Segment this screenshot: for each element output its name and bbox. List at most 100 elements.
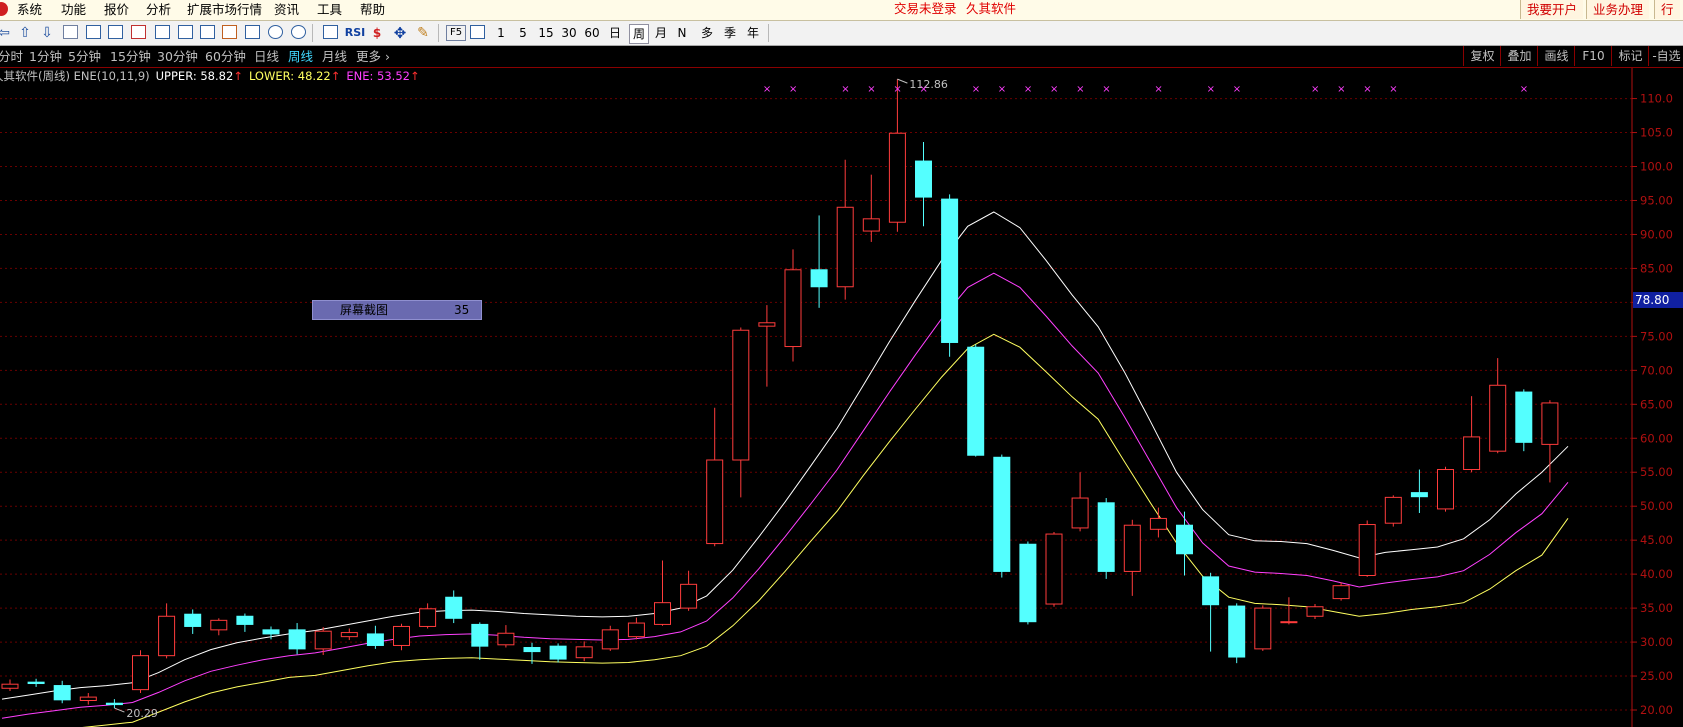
watchlist-button[interactable]: -自选 <box>1648 46 1683 66</box>
candle-down <box>53 685 71 701</box>
menu-extended-market[interactable]: 扩展市场行情 <box>187 0 262 20</box>
period-5-button[interactable]: 5 <box>516 24 530 42</box>
candle-down <box>549 645 567 660</box>
period-tab-more[interactable]: 更多 › <box>356 48 390 65</box>
toolbar-divider <box>438 24 439 42</box>
y-tick-label: 70.00 <box>1640 363 1673 377</box>
candle-down <box>1228 605 1246 658</box>
menu-help[interactable]: 帮助 <box>360 0 385 20</box>
candle-down <box>184 613 202 627</box>
signal-mark: × <box>1207 84 1215 95</box>
stock-list-icon[interactable] <box>63 25 78 39</box>
candle-up <box>1489 384 1507 452</box>
candle-up <box>210 619 228 631</box>
overlay-button[interactable]: 叠加 <box>1500 46 1538 66</box>
period-year-button[interactable]: 年 <box>744 24 762 42</box>
candle-up <box>680 583 698 609</box>
period-tab-monthly[interactable]: 月线 <box>322 48 347 65</box>
period-month-button[interactable]: 月 <box>652 24 670 42</box>
switch-icon[interactable] <box>470 25 485 39</box>
period-15-button[interactable]: 15 <box>536 24 556 42</box>
f5-button[interactable]: F5 <box>446 25 466 41</box>
period-tab-60min[interactable]: 60分钟 <box>205 48 246 65</box>
kline-chart[interactable]: 20.00 25.00 30.00 35.00 40.00 45.00 50.00 55.00… <box>0 68 1683 727</box>
period-30-button[interactable]: 30 <box>559 24 579 42</box>
period-60-button[interactable]: 60 <box>582 24 602 42</box>
period-tab-5min[interactable]: 5分钟 <box>68 48 101 65</box>
period-tab-1min[interactable]: 1分钟 <box>29 48 62 65</box>
candle-down <box>105 702 123 706</box>
candle-up <box>1254 607 1272 650</box>
adjust-rights-button[interactable]: 复权 <box>1463 46 1501 66</box>
arrow-left-icon[interactable]: ⇦ <box>0 24 10 42</box>
pencil-icon[interactable]: ✎ <box>414 24 432 42</box>
period-multi-button[interactable]: 多 <box>698 24 716 42</box>
period-tab-intraday[interactable]: 分时 <box>0 48 23 65</box>
line-chart-icon[interactable] <box>108 25 123 39</box>
f10-button[interactable]: F10 <box>1574 46 1612 66</box>
screenshot-popup[interactable]: 屏幕截图 35 <box>312 300 482 320</box>
candle-down <box>1176 524 1193 555</box>
open-account-button[interactable]: 我要开户 <box>1520 0 1584 19</box>
function-icon[interactable] <box>268 25 283 39</box>
period-tab-30min[interactable]: 30分钟 <box>157 48 198 65</box>
candle-down <box>366 633 384 646</box>
candle-up <box>1071 497 1089 529</box>
signal-mark: × <box>1520 84 1528 95</box>
report-icon[interactable] <box>200 25 215 39</box>
arrow-up-icon[interactable]: ⇧ <box>17 24 33 42</box>
formula-icon[interactable] <box>245 25 260 39</box>
period-tab-daily[interactable]: 日线 <box>254 48 279 65</box>
period-tab-weekly[interactable]: 周线 <box>288 48 313 65</box>
popup-label: 屏幕截图 <box>340 303 389 317</box>
arrow-down-icon[interactable]: ⇩ <box>39 24 55 42</box>
trade-button[interactable]: 行 <box>1654 0 1680 19</box>
business-button[interactable]: 业务办理 <box>1586 0 1650 19</box>
f10-doc-icon[interactable] <box>178 25 193 39</box>
move-icon[interactable]: ✥ <box>391 24 409 42</box>
menu-tools[interactable]: 工具 <box>317 0 342 20</box>
period-season-button[interactable]: 季 <box>721 24 739 42</box>
candle-up <box>1045 533 1063 605</box>
trend-icon[interactable] <box>323 25 338 39</box>
menu-function[interactable]: 功能 <box>61 0 86 20</box>
menu-news[interactable]: 资讯 <box>274 0 299 20</box>
rsi-button[interactable]: RSI <box>344 24 366 42</box>
candle-down <box>1019 543 1037 623</box>
menu-analysis[interactable]: 分析 <box>146 0 171 20</box>
signal-mark: × <box>1389 84 1397 95</box>
period-1-button[interactable]: 1 <box>494 24 508 42</box>
period-week-button[interactable]: 周 <box>629 24 649 44</box>
menu-quote[interactable]: 报价 <box>104 0 129 20</box>
candle-up <box>1541 402 1559 445</box>
candlestick-icon[interactable] <box>131 25 146 39</box>
signal-mark: × <box>893 84 901 95</box>
candle-down <box>993 456 1011 572</box>
circle-icon[interactable] <box>291 25 306 39</box>
period-tab-15min[interactable]: 15分钟 <box>110 48 151 65</box>
y-tick-label: 55.00 <box>1640 465 1673 479</box>
signal-mark: × <box>972 84 980 95</box>
mark-button[interactable]: 标记 <box>1611 46 1649 66</box>
candle-up <box>497 632 515 646</box>
candle-down <box>523 647 541 653</box>
candle-up <box>1123 524 1141 572</box>
finance-icon[interactable] <box>222 25 237 39</box>
grid-icon[interactable] <box>86 25 101 39</box>
candle-up <box>732 329 750 461</box>
app-logo-icon <box>0 2 8 16</box>
low-price-label: 20.29 <box>126 707 157 720</box>
trade-login-status[interactable]: 交易未登录 <box>894 0 957 20</box>
money-icon[interactable]: $ <box>370 24 384 42</box>
period-n-button[interactable]: N <box>674 24 690 42</box>
toolbar: ⇦ ⇧ ⇩ RSI $ ✥ ✎ F5 1 5 15 30 60 日 周 月 N … <box>0 21 1683 46</box>
y-tick-label: 25.00 <box>1640 669 1673 683</box>
candle-up <box>1280 621 1298 624</box>
popup-value: 35 <box>454 303 470 317</box>
signal-mark: × <box>920 84 928 95</box>
menu-system[interactable]: 系统 <box>17 0 42 20</box>
window-icon[interactable] <box>155 25 170 39</box>
period-day-button[interactable]: 日 <box>606 24 624 42</box>
draw-line-button[interactable]: 画线 <box>1537 46 1575 66</box>
y-tick-label: 110.0 <box>1640 92 1673 106</box>
